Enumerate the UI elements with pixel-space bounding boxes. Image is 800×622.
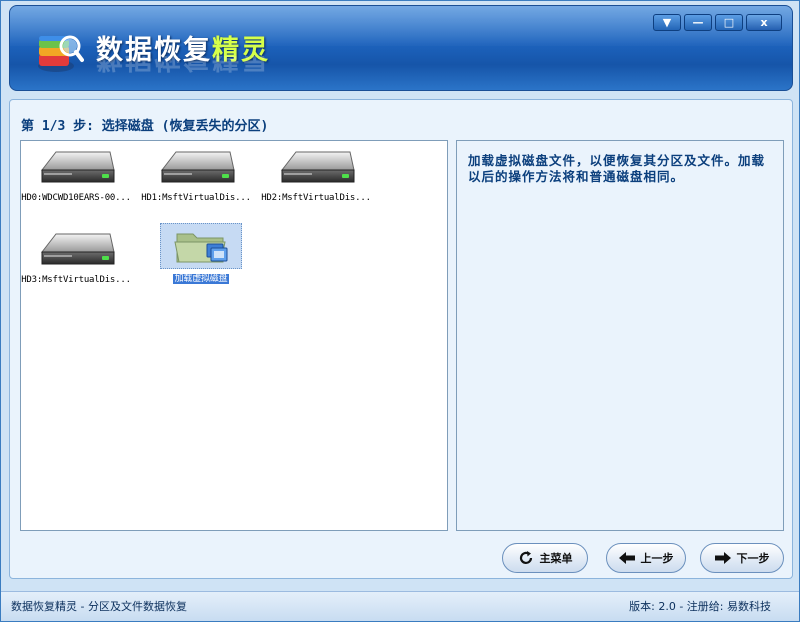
main-panel: 第 1/3 步: 选择磁盘 (恢复丢失的分区) HD0:WDCWD10EARS-…	[9, 99, 793, 579]
disk-item-hd3[interactable]: HD3:MsftVirtualDis...	[21, 227, 131, 297]
disk-label: HD0:WDCWD10EARS-00...	[21, 193, 131, 203]
disk-list[interactable]: HD0:WDCWD10EARS-00... HD1:MsftVirtualDis…	[20, 140, 448, 531]
minimize-button[interactable]: —	[684, 14, 712, 31]
disk-item-hd2[interactable]: HD2:MsftVirtualDis...	[261, 145, 371, 215]
title-banner: 数据恢复精灵 数据恢复精灵 ▼ — □ x	[9, 5, 793, 91]
disk-item-hd0[interactable]: HD0:WDCWD10EARS-00...	[21, 145, 131, 215]
description-panel: 加载虚拟磁盘文件，以便恢复其分区及文件。加载以后的操作方法将和普通磁盘相同。	[456, 140, 784, 531]
main-menu-button[interactable]: 主菜单	[502, 543, 588, 573]
description-text: 加载虚拟磁盘文件，以便恢复其分区及文件。加载以后的操作方法将和普通磁盘相同。	[468, 153, 766, 184]
hard-disk-icon	[280, 151, 355, 183]
app-window: 数据恢复精灵 数据恢复精灵 ▼ — □ x 第 1/3 步: 选择磁盘 (恢复丢…	[0, 0, 800, 622]
hard-disk-icon	[40, 233, 115, 265]
disk-label: HD2:MsftVirtualDis...	[261, 193, 371, 203]
refresh-icon	[519, 551, 532, 564]
disk-label: HD1:MsftVirtualDis...	[141, 193, 251, 203]
hard-disk-icon	[40, 151, 115, 183]
app-title-reflection: 数据恢复精灵	[96, 56, 270, 73]
disk-item-hd1[interactable]: HD1:MsftVirtualDis...	[141, 145, 251, 215]
previous-button[interactable]: 上一步	[606, 543, 686, 573]
maximize-button[interactable]: □	[715, 14, 743, 31]
status-app-info: 数据恢复精灵 - 分区及文件数据恢复	[11, 600, 187, 613]
status-bar: 数据恢复精灵 - 分区及文件数据恢复 版本: 2.0 - 注册给: 易数科技	[1, 591, 799, 621]
main-menu-label: 主菜单	[539, 552, 573, 565]
window-controls: ▼ — □ x	[653, 14, 782, 31]
step-title: 第 1/3 步: 选择磁盘 (恢复丢失的分区)	[21, 119, 269, 134]
arrow-right-icon	[714, 552, 731, 564]
close-button[interactable]: x	[746, 14, 782, 31]
virtual-disk-folder-icon	[174, 233, 228, 263]
previous-label: 上一步	[640, 552, 674, 565]
next-button[interactable]: 下一步	[700, 543, 784, 573]
hard-disk-icon	[160, 151, 235, 183]
next-label: 下一步	[736, 552, 770, 565]
load-virtual-disk-item[interactable]: 加载虚拟磁盘	[146, 223, 256, 293]
arrow-left-icon	[618, 552, 635, 564]
app-logo-icon	[38, 35, 84, 72]
status-version-info: 版本: 2.0 - 注册给: 易数科技	[629, 600, 771, 613]
menu-dropdown-button[interactable]: ▼	[653, 14, 681, 31]
disk-label: 加载虚拟磁盘	[172, 274, 230, 284]
disk-label: HD3:MsftVirtualDis...	[21, 275, 131, 285]
